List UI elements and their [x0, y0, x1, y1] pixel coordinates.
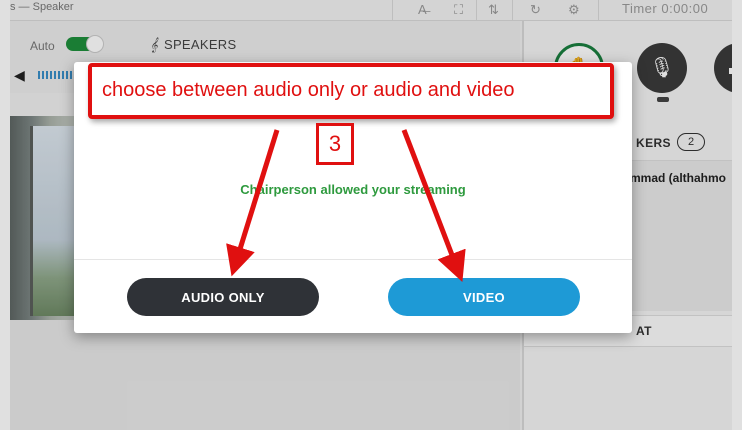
audio-only-button[interactable]: AUDIO ONLY [127, 278, 319, 316]
step-number-badge: 3 [316, 123, 354, 165]
video-button[interactable]: VIDEO [388, 278, 580, 316]
annotation-text: choose between audio only or audio and v… [102, 79, 515, 101]
dialog-divider [74, 259, 632, 260]
dialog-message: Chairperson allowed your streaming [240, 182, 466, 197]
annotation-callout: choose between audio only or audio and v… [88, 63, 614, 119]
